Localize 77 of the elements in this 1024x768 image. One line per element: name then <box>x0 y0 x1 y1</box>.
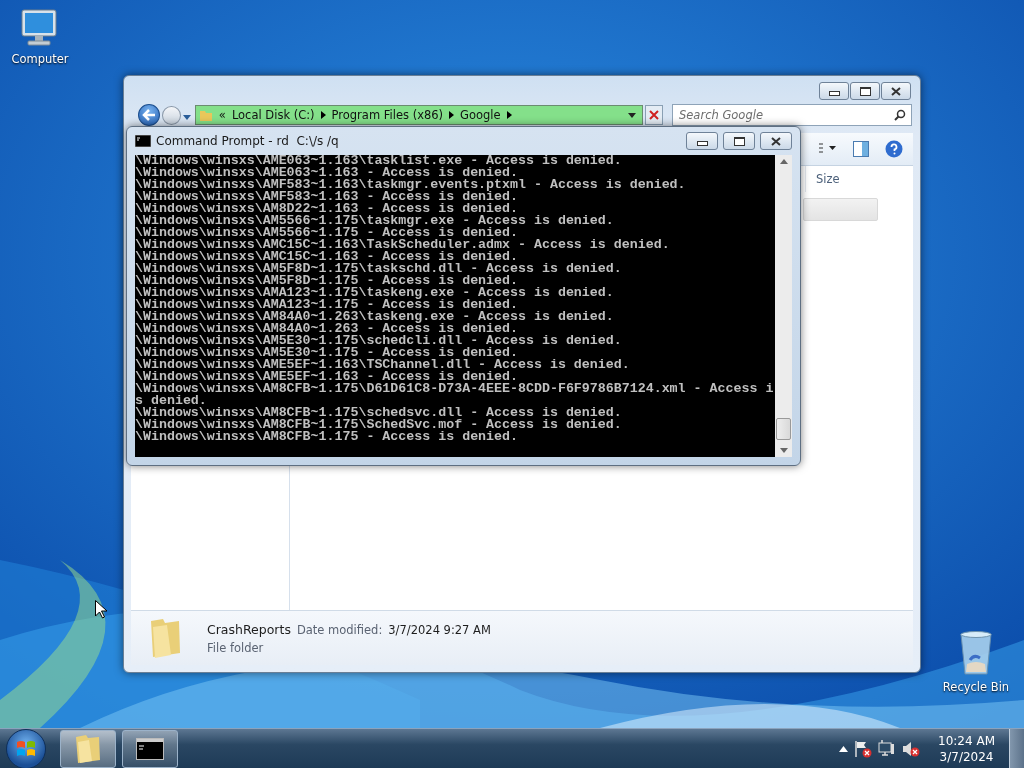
item-name: CrashReports <box>207 621 291 637</box>
console-line: \Windows\winsxs\AM84A0~1.263 - Access is denied. <box>135 323 518 335</box>
close-button[interactable] <box>881 82 911 100</box>
search-icon[interactable] <box>894 109 906 121</box>
desktop-icon-label[interactable]: Computer <box>11 52 69 66</box>
close-icon[interactable] <box>771 136 781 146</box>
command-prompt-taskbar-button[interactable] <box>122 729 178 768</box>
chevron-right-icon[interactable] <box>320 111 326 119</box>
console-line: \Windows\winsxs\AME063~1.163 - Access is denied. <box>135 167 518 179</box>
console-line: \Windows\winsxs\AME063~1.163\tasklist.exe - Access is denied. <box>135 155 623 167</box>
breadcrumb-item[interactable]: Program Files (x86) <box>331 108 444 122</box>
scrollbar[interactable] <box>775 155 792 457</box>
breadcrumb-overflow[interactable]: « <box>218 108 226 122</box>
console-line: \Windows\winsxs\AM5E30~1.175\schedcli.dll - Access is denied. <box>135 335 623 347</box>
arrow-left-icon[interactable] <box>141 109 156 121</box>
back-button[interactable] <box>138 104 160 126</box>
console-line: \Windows\winsxs\AMA123~1.175\taskeng.exe - Access is denied. <box>135 287 615 299</box>
explorer-taskbar-button[interactable] <box>60 729 116 768</box>
address-dropdown-icon[interactable] <box>628 112 637 118</box>
stop-button[interactable] <box>645 105 663 125</box>
view-options-button[interactable] <box>819 142 837 156</box>
search-field[interactable]: Search Google <box>672 104 912 126</box>
console-line: \Windows\winsxs\AM5F8D~1.175\taskschd.dll - Access is denied. <box>135 263 623 275</box>
console-line: \Windows\winsxs\AM84A0~1.263\taskeng.exe - Access is denied. <box>135 311 615 323</box>
console-line: \Windows\winsxs\AMA123~1.175 - Access is denied. <box>135 299 518 311</box>
window-title: Command Prompt - rd C:\/s /q <box>156 134 339 148</box>
console-line: \Windows\winsxs\AM8CFB~1.175\schedsvc.dll - Access is denied. <box>135 407 623 419</box>
minimize-button[interactable] <box>819 82 849 100</box>
help-icon[interactable] <box>885 140 903 158</box>
show-desktop-button[interactable] <box>1009 729 1024 768</box>
clock-date[interactable]: 3/7/2024 <box>939 748 994 765</box>
console-line: \Windows\winsxs\AME5EF~1.163 - Access is denied. <box>135 371 518 383</box>
close-icon[interactable] <box>891 86 901 96</box>
console-line: \Windows\winsxs\AM8CFB~1.175\SchedSvc.mof - Access is denied. <box>135 419 623 431</box>
clock-time[interactable]: 10:24 AM <box>938 732 995 749</box>
console-line: \Windows\winsxs\AM8D22~1.163 - Access is denied. <box>135 203 518 215</box>
close-button[interactable] <box>760 132 792 150</box>
scroll-down-icon[interactable] <box>779 448 788 453</box>
maximize-button[interactable] <box>850 82 880 100</box>
item-type: File folder <box>207 640 265 655</box>
show-hidden-icons-icon[interactable] <box>839 745 849 752</box>
maximize-button[interactable] <box>723 132 755 150</box>
chevron-right-icon[interactable] <box>506 111 512 119</box>
console-line: \Windows\winsxs\AM8CFB~1.175\D61D61C8-D73A-4EEE-8CDD-F6F9786B7124.xml - Access is denied. <box>135 383 774 407</box>
history-dropdown-icon[interactable] <box>182 114 191 120</box>
minimize-button[interactable] <box>686 132 718 150</box>
scroll-thumb[interactable] <box>776 418 791 440</box>
chevron-right-icon[interactable] <box>449 111 455 119</box>
breadcrumb-item[interactable]: Google <box>460 108 501 122</box>
console-line: \Windows\winsxs\AM5566~1.175 - Access is denied. <box>135 227 519 239</box>
console-icon <box>135 135 151 147</box>
recycle-bin-icon[interactable] <box>958 630 994 676</box>
folder-icon <box>198 108 213 122</box>
desktop-icon-label[interactable]: Recycle Bin <box>942 680 1010 694</box>
start-button[interactable] <box>6 728 46 768</box>
console-line: \Windows\winsxs\AM8CFB~1.175 - Access is denied. <box>135 431 519 443</box>
folder-icon[interactable] <box>74 733 102 764</box>
console-line: \Windows\winsxs\AMF583~1.163\taskmgr.events.ptxml - Access is denied. <box>135 179 687 191</box>
console-line: \Windows\winsxs\AM5F8D~1.175 - Access is denied. <box>135 275 518 287</box>
console-icon[interactable] <box>136 737 164 760</box>
breadcrumb-item[interactable]: Local Disk (C:) <box>231 108 315 122</box>
date-modified-value: 3/7/2024 9:27 AM <box>388 622 491 637</box>
mouse-cursor-icon <box>95 600 107 619</box>
preview-pane-icon[interactable] <box>853 141 869 157</box>
folder-icon <box>149 617 183 659</box>
address-bar[interactable]: « Local Disk (C:) Program Files (x86) Google <box>194 105 644 125</box>
scroll-up-icon[interactable] <box>779 159 788 164</box>
column-header[interactable]: Size <box>805 166 913 192</box>
console-line: \Windows\winsxs\AMC15C~1.163 - Access is denied. <box>135 251 518 263</box>
console-line: \Windows\winsxs\AMC15C~1.163\TaskScheduler.admx - Access is denied. <box>135 239 671 251</box>
console-line: \Windows\winsxs\AM5E30~1.175 - Access is denied. <box>135 347 518 359</box>
console-line: \Windows\winsxs\AMF583~1.163 - Access is denied. <box>135 191 518 203</box>
console-line: \Windows\winsxs\AME5EF~1.163\TSChannel.dll - Access is denied. <box>135 359 631 371</box>
date-modified-label: Date modified: <box>296 622 383 637</box>
flag-error-icon[interactable] <box>854 739 873 758</box>
speaker-muted-icon[interactable] <box>902 739 921 758</box>
console-line: \Windows\winsxs\AM5566~1.175\taskmgr.exe - Access is denied. <box>135 215 615 227</box>
